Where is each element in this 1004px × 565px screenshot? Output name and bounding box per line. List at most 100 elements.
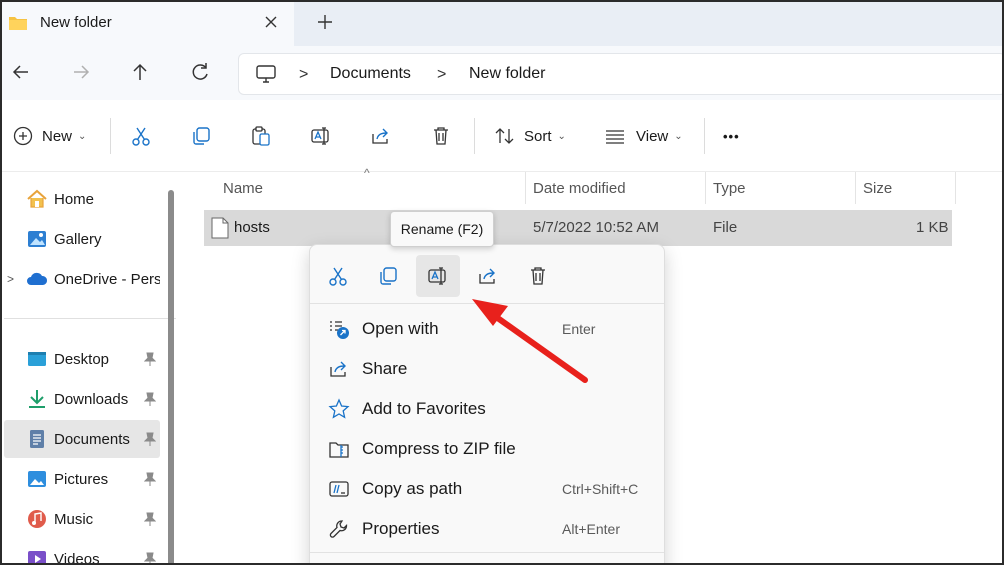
column-divider[interactable] [855,172,856,204]
column-header-size[interactable]: Size [863,180,892,197]
sidebar-item-label: Documents [54,430,130,448]
sidebar-item-label: Pictures [54,470,109,488]
sidebar-item-downloads[interactable]: Downloads [4,380,160,418]
breadcrumb-documents[interactable]: Documents [330,65,411,83]
delete-button[interactable] [430,124,452,148]
column-header-name[interactable]: Name [223,180,263,197]
menu-share-button[interactable] [466,255,510,297]
sidebar-item-label: Gallery [54,230,102,248]
more-options-button[interactable]: ••• [723,124,740,148]
sort-button[interactable]: Sort ⌄ [494,124,566,148]
forward-icon[interactable] [70,61,92,83]
menu-item-add-to-favorites[interactable]: Add to Favorites [310,389,664,429]
menu-item-label: Add to Favorites [362,399,486,418]
sidebar-item-label: Home [54,190,95,208]
computer-icon [256,65,276,83]
context-menu: Open with Enter Share Add to Favorites C… [309,244,665,563]
file-name: hosts [234,219,270,236]
file-date: 5/7/2022 10:52 AM [533,219,659,236]
pin-icon[interactable] [144,392,156,406]
file-icon [211,217,229,239]
column-divider[interactable] [705,172,706,204]
menu-cut-button[interactable] [316,255,360,297]
navigation-pane: Home Gallery > OneDrive - Perso Desktop [2,172,180,565]
sidebar-item-label: Videos [54,550,100,565]
address-bar[interactable]: > Documents > New folder [238,53,1002,95]
breadcrumb-new-folder[interactable]: New folder [469,65,545,83]
sidebar-item-desktop[interactable]: Desktop [4,340,160,378]
toolbar-divider [474,118,475,154]
pictures-icon [28,471,46,487]
new-button[interactable]: New ⌄ [12,124,86,148]
chevron-down-icon: ⌄ [78,130,87,142]
sidebar-divider [4,318,176,319]
column-divider[interactable] [955,172,956,204]
refresh-icon[interactable] [189,61,211,83]
share-icon [372,128,388,144]
close-icon[interactable] [260,11,282,33]
column-divider[interactable] [525,172,526,204]
sidebar-item-label: Music [54,510,94,528]
view-list-icon [606,130,624,144]
tab-new-folder[interactable]: New folder [2,2,294,46]
paste-button[interactable] [250,124,272,148]
chevron-right-icon[interactable]: > [7,272,14,286]
add-tab-icon[interactable] [314,11,336,33]
chevron-down-icon: ⌄ [674,130,683,142]
up-icon[interactable] [129,61,151,83]
menu-rename-button[interactable] [416,255,460,297]
zip-icon [329,442,349,458]
share-button[interactable] [370,124,392,148]
file-explorer-window: New folder > Documents > New folder New … [0,0,1004,565]
rename-icon [428,267,446,285]
sidebar-item-videos[interactable]: Videos [4,540,160,565]
download-icon [29,390,45,408]
table-row[interactable]: hosts 5/7/2022 10:52 AM File 1 KB [204,210,952,246]
file-size: 1 KB [916,219,949,236]
new-label: New [42,127,73,145]
menu-item-label: Share [362,359,408,378]
view-label: View [636,127,669,145]
menu-divider [310,303,664,304]
menu-copy-button[interactable] [366,255,410,297]
sidebar-item-onedrive[interactable]: > OneDrive - Perso [4,260,160,298]
menu-item-share[interactable]: Share [310,349,664,389]
menu-item-open-with[interactable]: Open with Enter [310,309,664,349]
toolbar-divider [704,118,705,154]
sort-icon [495,128,514,144]
sidebar-item-gallery[interactable]: Gallery [4,220,160,258]
menu-delete-button[interactable] [516,255,560,297]
sidebar-scrollbar[interactable] [168,190,174,563]
menu-item-label: Compress to ZIP file [362,439,516,458]
trash-icon [434,127,448,145]
column-header-type[interactable]: Type [713,180,746,197]
pin-icon[interactable] [144,352,156,366]
pin-icon[interactable] [144,512,156,526]
view-button[interactable]: View ⌄ [604,124,683,148]
rename-button[interactable] [310,124,332,148]
pin-icon[interactable] [144,472,156,486]
sidebar-item-home[interactable]: Home [4,180,160,218]
star-icon [328,398,350,419]
sidebar-item-pictures[interactable]: Pictures [4,460,160,498]
cut-button[interactable] [130,124,152,148]
back-icon[interactable] [10,61,32,83]
documents-icon [30,430,44,448]
menu-item-compress-zip[interactable]: Compress to ZIP file [310,429,664,469]
rename-icon [311,127,329,145]
sidebar-item-music[interactable]: Music [4,500,160,538]
sidebar-item-documents[interactable]: Documents [4,420,160,458]
menu-item-label: Properties [362,519,440,538]
copy-icon [380,267,397,285]
menu-item-properties[interactable]: Properties Alt+Enter [310,509,664,549]
menu-item-copy-as-path[interactable]: Copy as path Ctrl+Shift+C [310,469,664,509]
share-icon [330,361,346,377]
pin-icon[interactable] [144,552,156,565]
pin-icon[interactable] [144,432,156,446]
breadcrumb-separator: > [437,66,447,83]
column-header-date[interactable]: Date modified [533,180,626,197]
copy-button[interactable] [190,124,212,148]
file-type: File [713,219,738,236]
share-icon [479,268,495,284]
copy-path-icon [329,481,349,497]
